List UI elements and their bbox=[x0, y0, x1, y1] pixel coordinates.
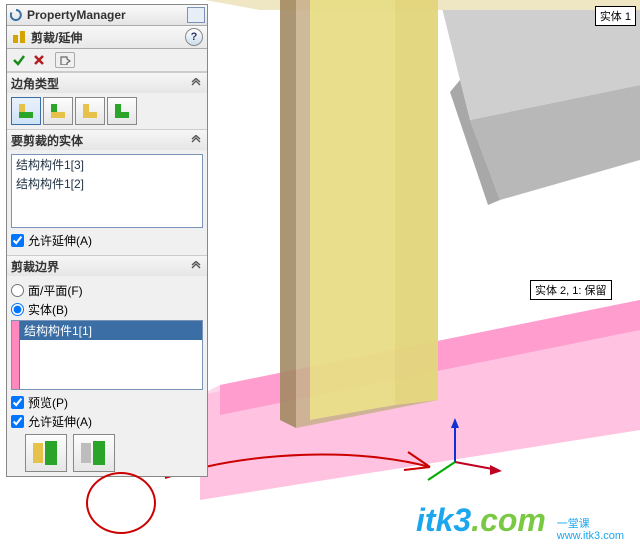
section-trim-boundary: 剪裁边界 面/平面(F) 实体(B) 结构构件1[1] 预览(P) bbox=[7, 255, 207, 476]
section-title: 剪裁边界 bbox=[11, 258, 59, 275]
radio-label: 实体(B) bbox=[28, 301, 68, 318]
chevron-up-icon bbox=[189, 133, 203, 147]
pin-button[interactable] bbox=[55, 52, 75, 68]
list-item[interactable]: 结构构件1[1] bbox=[20, 321, 202, 340]
weld-gap-option-1-button[interactable] bbox=[25, 434, 67, 472]
boundary-body-radio[interactable]: 实体(B) bbox=[11, 301, 203, 318]
weld-gap-option-2-button[interactable] bbox=[73, 434, 115, 472]
allow-extend-2-checkbox[interactable]: 允许延伸(A) bbox=[11, 413, 203, 430]
boundary-listbox[interactable]: 结构构件1[1] bbox=[11, 320, 203, 390]
chevron-up-icon bbox=[189, 259, 203, 273]
boundary-face-radio[interactable]: 面/平面(F) bbox=[11, 282, 203, 299]
checkbox-label: 允许延伸(A) bbox=[28, 232, 92, 249]
radio-label: 面/平面(F) bbox=[28, 282, 83, 299]
property-manager-titlebar: PropertyManager bbox=[7, 5, 207, 26]
section-header[interactable]: 边角类型 bbox=[7, 73, 207, 93]
checkbox-input[interactable] bbox=[11, 396, 24, 409]
trim-extend-icon bbox=[11, 29, 27, 45]
cancel-button[interactable] bbox=[31, 52, 47, 68]
property-manager-panel: PropertyManager 剪裁/延伸 ? 边角类型 bbox=[6, 4, 208, 477]
confirm-bar bbox=[7, 49, 207, 72]
feature-name: 剪裁/延伸 bbox=[31, 29, 82, 46]
corner-type-4-button[interactable] bbox=[107, 97, 137, 125]
ok-button[interactable] bbox=[11, 52, 27, 68]
section-corner-type: 边角类型 bbox=[7, 72, 207, 129]
radio-input[interactable] bbox=[11, 303, 24, 316]
section-title: 边角类型 bbox=[11, 75, 59, 92]
checkbox-input[interactable] bbox=[11, 415, 24, 428]
list-item[interactable]: 结构构件1[2] bbox=[12, 174, 202, 193]
property-manager-title: PropertyManager bbox=[27, 8, 185, 22]
section-header[interactable]: 剪裁边界 bbox=[7, 256, 207, 276]
callout-body-1: 实体 1 bbox=[595, 6, 636, 26]
allow-extend-checkbox[interactable]: 允许延伸(A) bbox=[11, 232, 203, 249]
preview-checkbox[interactable]: 预览(P) bbox=[11, 394, 203, 411]
help-button[interactable]: ? bbox=[185, 28, 203, 46]
callout-text: 实体 1 bbox=[600, 11, 631, 23]
spinner-icon bbox=[9, 8, 23, 22]
watermark: itk3.com 一堂课 www.itk3.com bbox=[416, 502, 624, 542]
section-bodies-to-trim: 要剪裁的实体 结构构件1[3] 结构构件1[2] 允许延伸(A) bbox=[7, 129, 207, 255]
radio-input[interactable] bbox=[11, 284, 24, 297]
corner-type-2-button[interactable] bbox=[43, 97, 73, 125]
corner-type-3-button[interactable] bbox=[75, 97, 105, 125]
section-header[interactable]: 要剪裁的实体 bbox=[7, 130, 207, 150]
checkbox-label: 预览(P) bbox=[28, 394, 68, 411]
corner-type-1-button[interactable] bbox=[11, 97, 41, 125]
bodies-to-trim-listbox[interactable]: 结构构件1[3] 结构构件1[2] bbox=[11, 154, 203, 228]
panel-nav-split-icon[interactable] bbox=[187, 7, 205, 23]
feature-title-bar: 剪裁/延伸 ? bbox=[7, 26, 207, 49]
list-item[interactable]: 结构构件1[3] bbox=[12, 155, 202, 174]
chevron-up-icon bbox=[189, 76, 203, 90]
section-title: 要剪裁的实体 bbox=[11, 132, 83, 149]
checkbox-input[interactable] bbox=[11, 234, 24, 247]
checkbox-label: 允许延伸(A) bbox=[28, 413, 92, 430]
callout-body-2: 实体 2, 1: 保留 bbox=[530, 280, 612, 300]
callout-text: 实体 2, 1: 保留 bbox=[535, 285, 607, 297]
